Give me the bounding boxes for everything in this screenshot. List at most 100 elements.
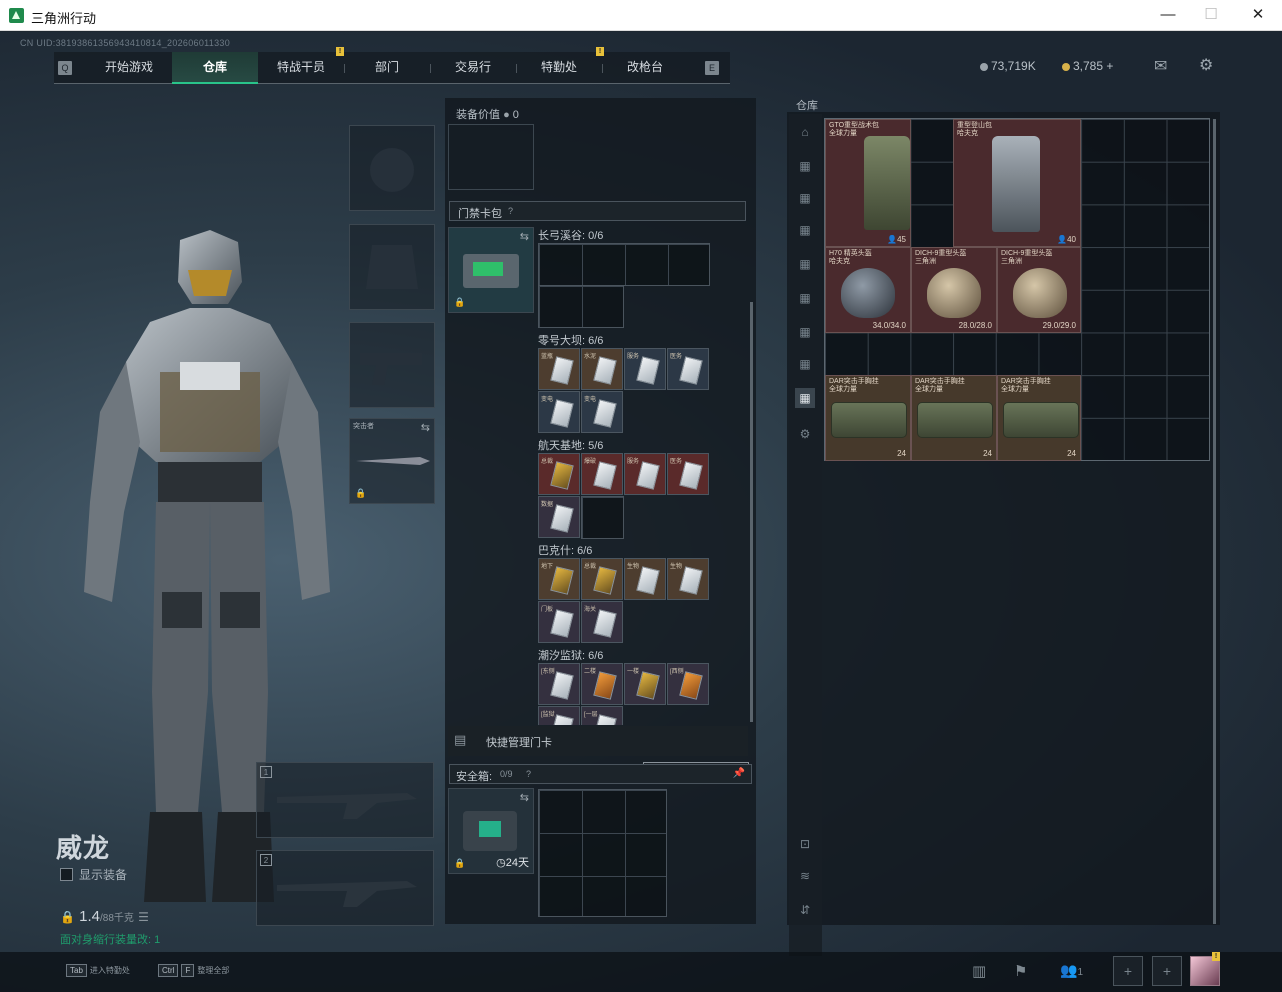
access-card[interactable]: 生物 xyxy=(624,558,666,600)
access-card[interactable]: 爆破 xyxy=(581,453,623,495)
card-grid[interactable] xyxy=(538,285,624,328)
safebox-item[interactable]: ⇆ 🔒 ◷24天 xyxy=(448,788,534,874)
access-card[interactable]: 总裁 xyxy=(538,453,580,495)
access-card[interactable]: 门板 xyxy=(538,601,580,643)
tab-warehouse[interactable]: 仓库 xyxy=(172,52,258,84)
warehouse-item[interactable]: 重型登山包 哈夫克 👤40 xyxy=(953,119,1081,247)
warehouse-tab-4-icon[interactable]: ▦ xyxy=(795,254,815,274)
primary-weapon-slot[interactable]: 1 xyxy=(256,762,434,838)
squad-icon[interactable]: 👥1 xyxy=(1060,962,1083,979)
item-name: DICH-9重型头盔 xyxy=(915,250,967,257)
warehouse-settings-icon[interactable]: ⚙ xyxy=(795,424,815,444)
maximize-button[interactable]: ☐ xyxy=(1199,4,1223,26)
item-faction: 全球力量 xyxy=(829,130,857,137)
tab-trading[interactable]: 交易行 xyxy=(430,52,516,84)
access-card[interactable]: 总裁 xyxy=(581,558,623,600)
secondary-weapon-slot[interactable]: 2 xyxy=(256,850,434,926)
minimize-button[interactable]: — xyxy=(1156,4,1180,26)
warehouse-scrollbar[interactable] xyxy=(1213,119,1216,924)
help-icon[interactable]: ? xyxy=(508,206,513,216)
close-button[interactable]: ✕ xyxy=(1246,4,1270,26)
keycard-icon xyxy=(636,356,660,385)
warehouse-tab-1-icon[interactable]: ▦ xyxy=(795,156,815,176)
add-currency-button[interactable]: + xyxy=(1106,59,1113,73)
card-grid[interactable] xyxy=(581,496,624,539)
helmet-slot[interactable] xyxy=(349,125,435,211)
backpack-icon xyxy=(992,136,1040,232)
sort-all-hint[interactable]: Ctrl F 整理全部 xyxy=(158,964,229,977)
warehouse-item[interactable]: H70 精英头盔 哈夫克 34.0/34.0 xyxy=(825,247,911,333)
access-card[interactable]: 变电 xyxy=(538,391,580,433)
swap-icon[interactable]: ⇆ xyxy=(520,230,529,243)
nav-prev-key[interactable]: Q xyxy=(58,61,72,75)
tab-special-ops[interactable]: 特勤处 xyxy=(516,52,602,84)
armor-slot[interactable] xyxy=(349,224,435,310)
warehouse-item[interactable]: DAR突击手胸挂 全球力量 24 xyxy=(911,375,997,461)
access-card[interactable]: 医务 xyxy=(667,453,709,495)
tab-operators[interactable]: 特战干员 xyxy=(258,52,344,84)
access-card[interactable]: 海关 xyxy=(581,601,623,643)
warehouse-tab-2-icon[interactable]: ▦ xyxy=(795,188,815,208)
pistol-slot[interactable] xyxy=(349,322,435,408)
access-card[interactable]: 服务 xyxy=(624,348,666,390)
warehouse-item[interactable]: DAR突击手胸挂 全球力量 24 xyxy=(825,375,911,461)
access-card[interactable]: 蓝瓶 xyxy=(538,348,580,390)
access-card[interactable]: [东侧 xyxy=(538,663,580,705)
access-card[interactable]: 医务 xyxy=(667,348,709,390)
layers-icon[interactable]: ≋ xyxy=(795,866,815,886)
list-icon[interactable]: ☰ xyxy=(138,910,149,924)
melee-label: 突击者 xyxy=(353,423,374,430)
warehouse-tab-active-icon[interactable]: ▦ xyxy=(795,388,815,408)
enter-special-ops-hint[interactable]: Tab 进入特勤处 xyxy=(66,964,130,977)
sort-icon[interactable]: ⊡ xyxy=(795,834,815,854)
safebox-days-value: 24天 xyxy=(505,857,529,869)
tab-department[interactable]: 部门 xyxy=(344,52,430,84)
tab-gunsmith[interactable]: 改枪台 xyxy=(602,52,688,84)
card-list-scrollbar[interactable] xyxy=(750,302,753,722)
warehouse-tab-3-icon[interactable]: ▦ xyxy=(795,220,815,240)
pin-icon[interactable]: 📌 xyxy=(733,768,745,779)
warehouse-item[interactable]: DICH-9重型头盔 三角洲 29.0/29.0 xyxy=(997,247,1081,333)
backpack-slot[interactable] xyxy=(448,124,534,190)
access-card[interactable]: [一层 xyxy=(581,706,623,725)
settings-gear-icon[interactable]: ⚙ xyxy=(1199,55,1213,75)
card-pack-item[interactable]: ⇆ 🔒 xyxy=(448,227,534,313)
warehouse-tab-5-icon[interactable]: ▦ xyxy=(795,288,815,308)
keycard-icon xyxy=(550,461,574,490)
access-card[interactable]: 变电 xyxy=(581,391,623,433)
transfer-icon[interactable]: ⇵ xyxy=(795,900,815,920)
show-gear-toggle[interactable]: 显示装备 xyxy=(60,866,127,883)
swap-icon[interactable]: ⇆ xyxy=(520,791,529,804)
card-grid[interactable] xyxy=(538,243,710,286)
access-card[interactable]: 一楼 xyxy=(624,663,666,705)
access-card[interactable]: 生物 xyxy=(667,558,709,600)
access-card[interactable]: 服务 xyxy=(624,453,666,495)
warehouse-item[interactable]: DAR突击手胸挂 全球力量 24 xyxy=(997,375,1081,461)
swap-icon[interactable]: ⇆ xyxy=(421,421,430,434)
access-card[interactable]: [监狱 xyxy=(538,706,580,725)
access-card[interactable]: 水泥 xyxy=(581,348,623,390)
invite-slot-button[interactable]: + xyxy=(1152,956,1182,986)
warehouse-item[interactable]: DICH-9重型头盔 三角洲 28.0/28.0 xyxy=(911,247,997,333)
tab-start-game[interactable]: 开始游戏 xyxy=(86,52,172,84)
melee-slot[interactable]: 突击者 ⇆ 🔒 xyxy=(349,418,435,504)
access-card[interactable]: 数据 xyxy=(538,496,580,538)
flag-icon[interactable]: ⚑ xyxy=(1014,962,1027,980)
help-icon[interactable]: ? xyxy=(526,769,531,779)
show-gear-checkbox[interactable] xyxy=(60,868,73,881)
mail-icon[interactable]: ✉ xyxy=(1154,56,1167,76)
access-card[interactable]: 二楼 xyxy=(581,663,623,705)
item-durability: 29.0/29.0 xyxy=(1042,321,1076,330)
nav-next-key[interactable]: E xyxy=(705,61,719,75)
invite-slot-button[interactable]: + xyxy=(1113,956,1143,986)
stats-chart-icon[interactable]: ▥ xyxy=(972,962,986,980)
access-card[interactable]: [西侧 xyxy=(667,663,709,705)
access-card[interactable]: 地下 xyxy=(538,558,580,600)
warehouse-tab-7-icon[interactable]: ▦ xyxy=(795,354,815,374)
warehouse-tab-6-icon[interactable]: ▦ xyxy=(795,322,815,342)
warehouse-item[interactable]: GTO重型战术包 全球力量 👤45 xyxy=(825,119,911,247)
card-label: 变电 xyxy=(541,397,554,403)
warehouse-all-icon[interactable]: ⌂ xyxy=(795,122,815,142)
keycard-icon xyxy=(550,504,574,533)
safebox-grid[interactable] xyxy=(538,789,667,917)
